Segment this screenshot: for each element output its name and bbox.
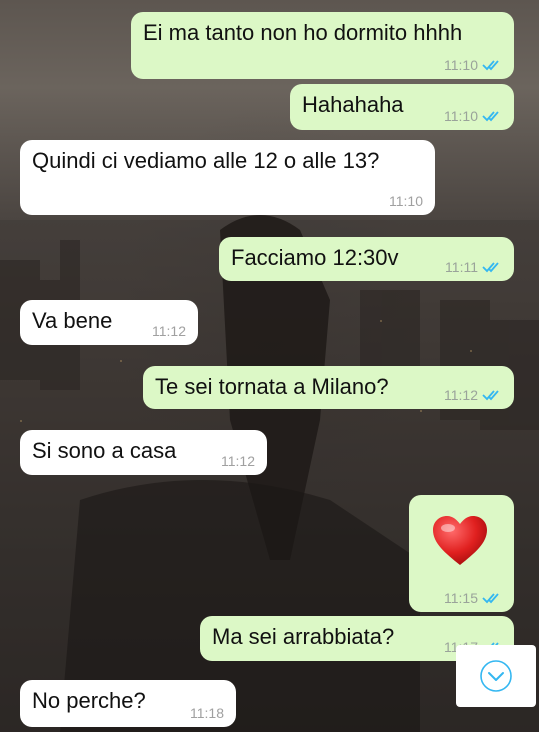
message-time: 11:12: [221, 453, 255, 469]
message-text: Ma sei arrabbiata?: [212, 624, 395, 649]
message-text: Te sei tornata a Milano?: [155, 374, 389, 399]
message-text: Ei ma tanto non ho dormito hhhh: [143, 20, 463, 45]
double-check-icon: [482, 593, 499, 604]
scroll-to-bottom-button[interactable]: [456, 645, 536, 707]
message-outgoing[interactable]: Ei ma tanto non ho dormito hhhh 11:10: [131, 12, 514, 79]
message-time: 11:12: [152, 323, 186, 339]
message-time: 11:12: [444, 387, 478, 403]
message-text: Hahahaha: [302, 92, 404, 117]
message-incoming[interactable]: No perche? 11:18: [20, 680, 236, 727]
message-time: 11:10: [389, 193, 423, 209]
message-incoming[interactable]: Va bene 11:12: [20, 300, 198, 345]
message-outgoing-emoji[interactable]: 11:15: [409, 495, 514, 612]
message-incoming[interactable]: Si sono a casa 11:12: [20, 430, 267, 475]
message-meta: 11:15: [444, 590, 502, 606]
message-text: Si sono a casa: [32, 438, 177, 463]
message-outgoing[interactable]: Facciamo 12:30v 11:11: [219, 237, 514, 281]
message-meta: 11:10: [444, 57, 502, 73]
message-meta: 11:12: [152, 323, 186, 339]
message-time: 11:15: [444, 590, 478, 606]
chevron-down-icon: [480, 660, 512, 692]
message-meta: 11:10: [444, 108, 502, 124]
message-meta: 11:12: [221, 453, 255, 469]
message-incoming[interactable]: Quindi ci vediamo alle 12 o alle 13? 11:…: [20, 140, 435, 215]
double-check-icon: [482, 262, 499, 273]
message-outgoing[interactable]: Hahahaha 11:10: [290, 84, 514, 130]
message-text: Quindi ci vediamo alle 12 o alle 13?: [32, 148, 380, 173]
heart-emoji-icon: [433, 516, 487, 565]
message-text: Va bene: [32, 308, 113, 333]
message-time: 11:10: [444, 108, 478, 124]
message-meta: 11:11: [445, 259, 502, 275]
message-text: No perche?: [32, 688, 146, 713]
double-check-icon: [482, 111, 499, 122]
double-check-icon: [482, 60, 499, 71]
message-meta: 11:10: [389, 193, 423, 209]
message-text: Facciamo 12:30v: [231, 245, 399, 270]
message-outgoing[interactable]: Te sei tornata a Milano? 11:12: [143, 366, 514, 409]
double-check-icon: [482, 390, 499, 401]
message-meta: 11:12: [444, 387, 502, 403]
message-time: 11:10: [444, 57, 478, 73]
message-time: 11:18: [190, 705, 224, 721]
message-meta: 11:18: [190, 705, 224, 721]
message-time: 11:11: [445, 259, 478, 275]
